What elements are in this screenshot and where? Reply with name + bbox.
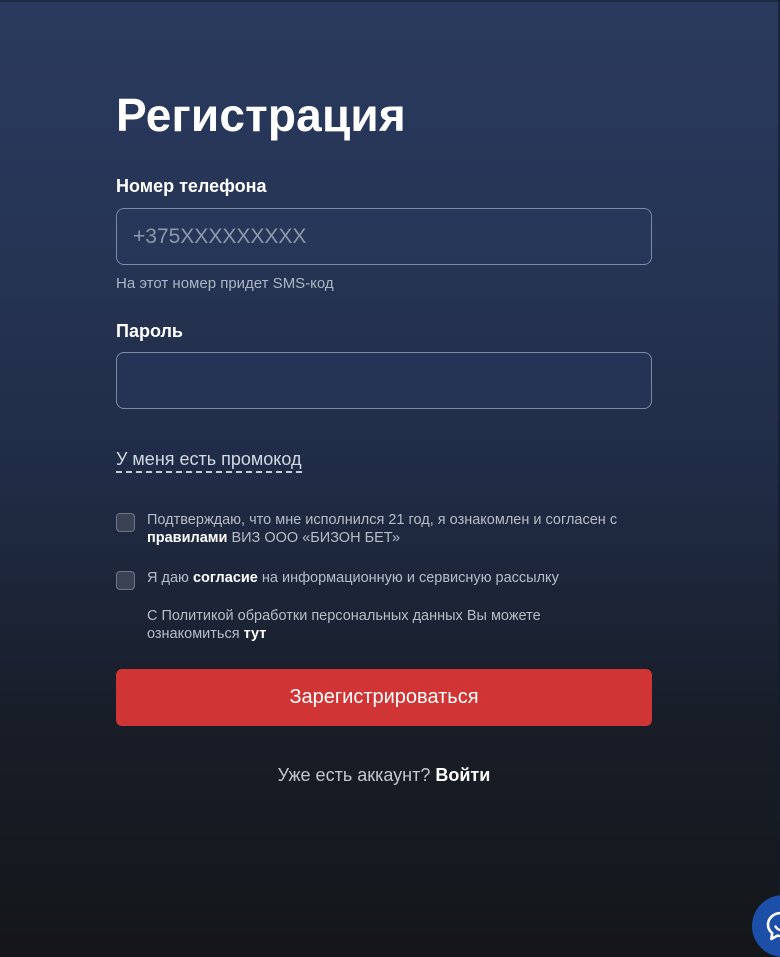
privacy-link[interactable]: тут [244, 626, 267, 642]
chat-bubble-icon [766, 911, 780, 941]
promo-code-link[interactable]: У меня есть промокод [116, 449, 302, 473]
login-link[interactable]: Войти [435, 765, 490, 785]
consent-link[interactable]: согласие [193, 570, 258, 586]
password-label: Пароль [116, 321, 183, 341]
chat-widget-button[interactable] [752, 895, 780, 957]
consent-age-text: Подтверждаю, что мне исполнился 21 год, … [147, 512, 618, 546]
consent-mailing-text: Я даю согласие на информационную и серви… [147, 570, 559, 586]
page-title: Регистрация [116, 89, 406, 141]
register-button[interactable]: Зарегистрироваться [116, 669, 652, 726]
login-prompt: Уже есть аккаунт? Войти [277, 765, 491, 785]
phone-input[interactable] [116, 208, 652, 265]
phone-hint: На этот номер придет SMS-код [116, 275, 334, 292]
privacy-note: С Политикой обработки персональных данны… [147, 608, 541, 642]
consent-mailing-checkbox[interactable] [116, 571, 135, 590]
rules-link[interactable]: правилами [147, 530, 227, 546]
consent-age-checkbox[interactable] [116, 513, 135, 532]
top-edge [0, 0, 780, 2]
password-input[interactable] [116, 352, 652, 409]
phone-label: Номер телефона [116, 176, 267, 196]
